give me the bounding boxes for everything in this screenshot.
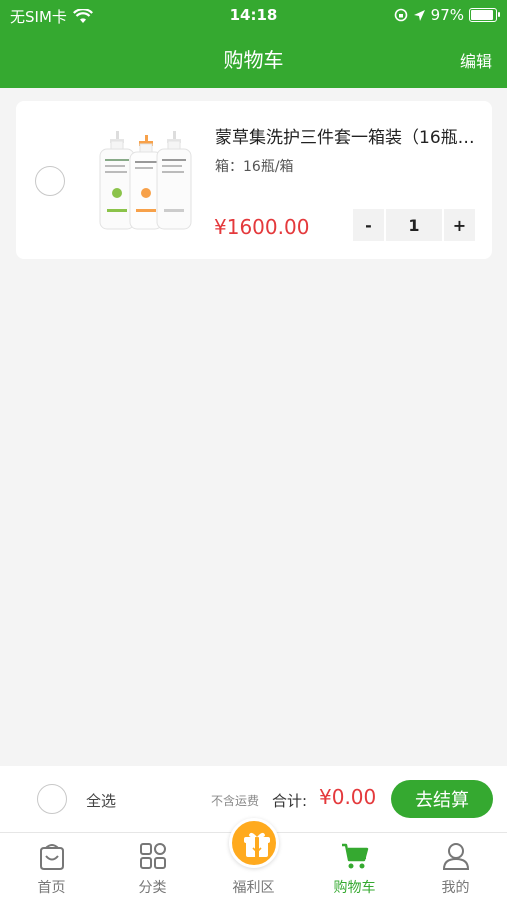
- gift-icon: [244, 832, 270, 857]
- decrease-quantity-button[interactable]: -: [353, 209, 384, 241]
- cart-icon: [342, 843, 369, 869]
- tab-category-label: 分类: [138, 880, 167, 896]
- page-title: 购物车: [223, 48, 284, 72]
- total-label: 合计:: [272, 792, 308, 810]
- battery-percent: 97%: [430, 6, 464, 24]
- status-right: 97%: [394, 6, 500, 24]
- increase-quantity-button[interactable]: +: [444, 209, 475, 241]
- product-price: ¥1600.00: [214, 215, 310, 239]
- grid-icon: [140, 843, 166, 869]
- welfare-gift-button[interactable]: [229, 818, 279, 868]
- tab-cart[interactable]: 购物车: [304, 833, 405, 900]
- shipping-note: 不含运费: [211, 794, 260, 808]
- tab-home-label: 首页: [37, 880, 66, 896]
- tab-mine[interactable]: 我的: [405, 833, 506, 900]
- cart-item-card: 蒙草集洗护三件套一箱装（16瓶/箱） 箱：16瓶/箱 ¥1600.00 - 1 …: [16, 101, 492, 259]
- location-arrow-icon: [413, 9, 425, 21]
- home-bag-icon: [40, 844, 64, 870]
- tab-category[interactable]: 分类: [102, 833, 203, 900]
- person-icon: [442, 843, 470, 870]
- item-select-checkbox[interactable]: [35, 166, 65, 196]
- status-bar: 无SIM卡 14:18 97%: [0, 0, 507, 30]
- total-value: ¥0.00: [319, 785, 377, 809]
- tab-cart-label: 购物车: [333, 880, 376, 896]
- select-all-checkbox[interactable]: [37, 784, 67, 814]
- quantity-value[interactable]: 1: [386, 209, 442, 241]
- product-spec: 箱：16瓶/箱: [215, 159, 294, 175]
- checkout-button[interactable]: 去结算: [391, 780, 493, 818]
- product-image[interactable]: [94, 129, 194, 231]
- select-all-label[interactable]: 全选: [86, 790, 116, 811]
- orientation-lock-icon: [394, 8, 407, 22]
- top-bar: 无SIM卡 14:18 97% 购物车 编辑: [0, 0, 507, 88]
- quantity-stepper: - 1 +: [353, 209, 475, 241]
- tab-welfare-label: 福利区: [232, 880, 275, 896]
- product-title[interactable]: 蒙草集洗护三件套一箱装（16瓶/箱）: [215, 123, 480, 148]
- tab-home[interactable]: 首页: [1, 833, 102, 900]
- battery-icon: [469, 8, 500, 22]
- edit-button[interactable]: 编辑: [460, 48, 492, 72]
- tab-mine-label: 我的: [441, 880, 470, 896]
